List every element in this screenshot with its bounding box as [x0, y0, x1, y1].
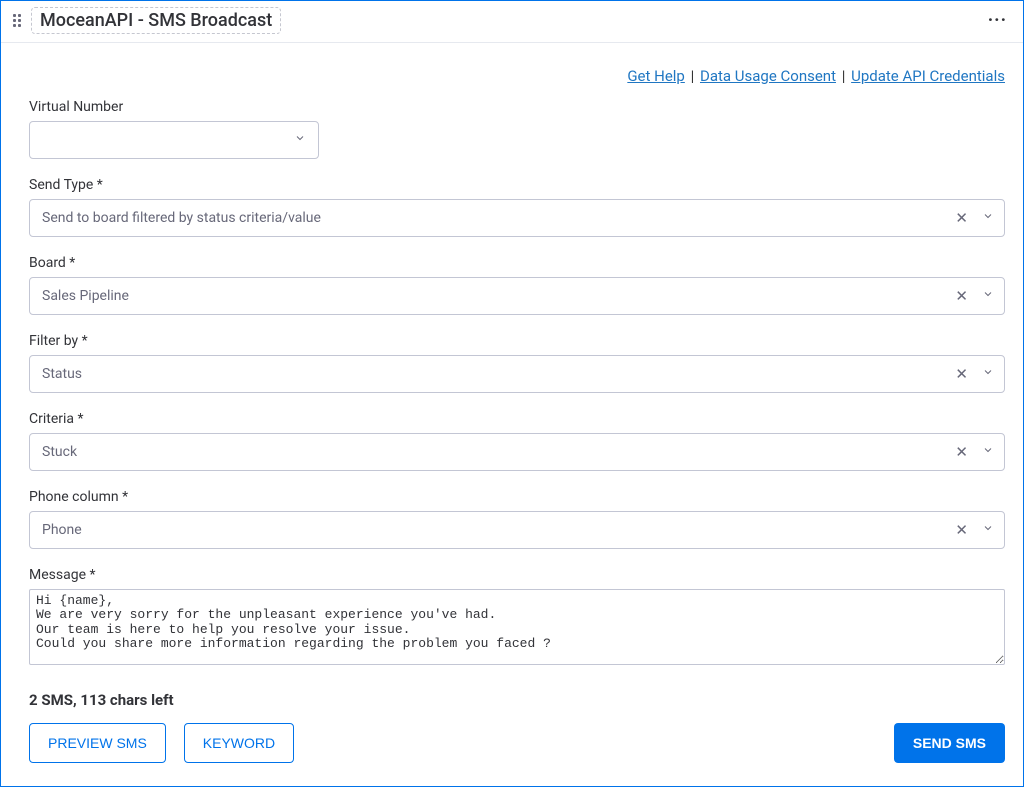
drag-handle-icon[interactable] — [11, 12, 23, 29]
select-controls: ✕ — [955, 288, 994, 304]
send-type-select[interactable]: Send to board filtered by status criteri… — [29, 199, 1005, 237]
link-separator: | — [691, 67, 698, 85]
get-help-link[interactable]: Get Help — [627, 67, 685, 85]
clear-icon[interactable]: ✕ — [955, 445, 968, 460]
message-field: Message * — [29, 567, 1005, 669]
board-field: Board * Sales Pipeline ✕ — [29, 255, 1005, 315]
virtual-number-label: Virtual Number — [29, 99, 1005, 115]
board-select[interactable]: Sales Pipeline ✕ — [29, 277, 1005, 315]
clear-icon[interactable]: ✕ — [955, 523, 968, 538]
link-separator: | — [842, 67, 849, 85]
chevron-down-icon[interactable] — [982, 288, 994, 304]
select-controls: ✕ — [955, 444, 994, 460]
phone-column-value: Phone — [42, 522, 82, 538]
criteria-field: Criteria * Stuck ✕ — [29, 411, 1005, 471]
clear-icon[interactable]: ✕ — [955, 367, 968, 382]
phone-column-field: Phone column * Phone ✕ — [29, 489, 1005, 549]
header-left: MoceanAPI - SMS Broadcast — [11, 7, 281, 34]
board-label: Board * — [29, 255, 1005, 271]
title-wrapper[interactable]: MoceanAPI - SMS Broadcast — [31, 7, 281, 34]
criteria-value: Stuck — [42, 444, 77, 460]
chevron-down-icon[interactable] — [982, 444, 994, 460]
data-usage-link[interactable]: Data Usage Consent — [700, 67, 836, 85]
content-area: Get Help | Data Usage Consent | Update A… — [1, 43, 1023, 763]
filter-by-field: Filter by * Status ✕ — [29, 333, 1005, 393]
select-controls: ✕ — [955, 522, 994, 538]
send-type-value: Send to board filtered by status criteri… — [42, 210, 321, 226]
widget-header: MoceanAPI - SMS Broadcast ··· — [1, 1, 1023, 43]
virtual-number-select[interactable] — [29, 121, 319, 159]
button-row: PREVIEW SMS KEYWORD SEND SMS — [29, 723, 1005, 763]
board-value: Sales Pipeline — [42, 288, 129, 304]
sms-counter: 2 SMS, 113 chars left — [29, 691, 1005, 709]
send-sms-button[interactable]: SEND SMS — [894, 723, 1005, 763]
widget-title: MoceanAPI - SMS Broadcast — [40, 10, 272, 31]
keyword-button[interactable]: KEYWORD — [184, 723, 294, 763]
filter-by-select[interactable]: Status ✕ — [29, 355, 1005, 393]
more-options-button[interactable]: ··· — [984, 10, 1011, 31]
select-controls: ✕ — [955, 210, 994, 226]
filter-by-label: Filter by * — [29, 333, 1005, 349]
top-links: Get Help | Data Usage Consent | Update A… — [29, 67, 1005, 85]
message-textarea[interactable] — [29, 589, 1005, 665]
send-type-label: Send Type * — [29, 177, 1005, 193]
chevron-down-icon[interactable] — [982, 210, 994, 226]
chevron-down-icon[interactable] — [982, 522, 994, 538]
preview-sms-button[interactable]: PREVIEW SMS — [29, 723, 166, 763]
chevron-down-icon — [294, 132, 306, 148]
send-type-field: Send Type * Send to board filtered by st… — [29, 177, 1005, 237]
virtual-number-field: Virtual Number — [29, 99, 1005, 159]
message-label: Message * — [29, 567, 1005, 583]
clear-icon[interactable]: ✕ — [955, 211, 968, 226]
select-controls: ✕ — [955, 366, 994, 382]
phone-column-select[interactable]: Phone ✕ — [29, 511, 1005, 549]
criteria-select[interactable]: Stuck ✕ — [29, 433, 1005, 471]
filter-by-value: Status — [42, 366, 82, 382]
criteria-label: Criteria * — [29, 411, 1005, 427]
update-api-link[interactable]: Update API Credentials — [851, 67, 1005, 85]
chevron-down-icon[interactable] — [982, 366, 994, 382]
phone-column-label: Phone column * — [29, 489, 1005, 505]
clear-icon[interactable]: ✕ — [955, 289, 968, 304]
